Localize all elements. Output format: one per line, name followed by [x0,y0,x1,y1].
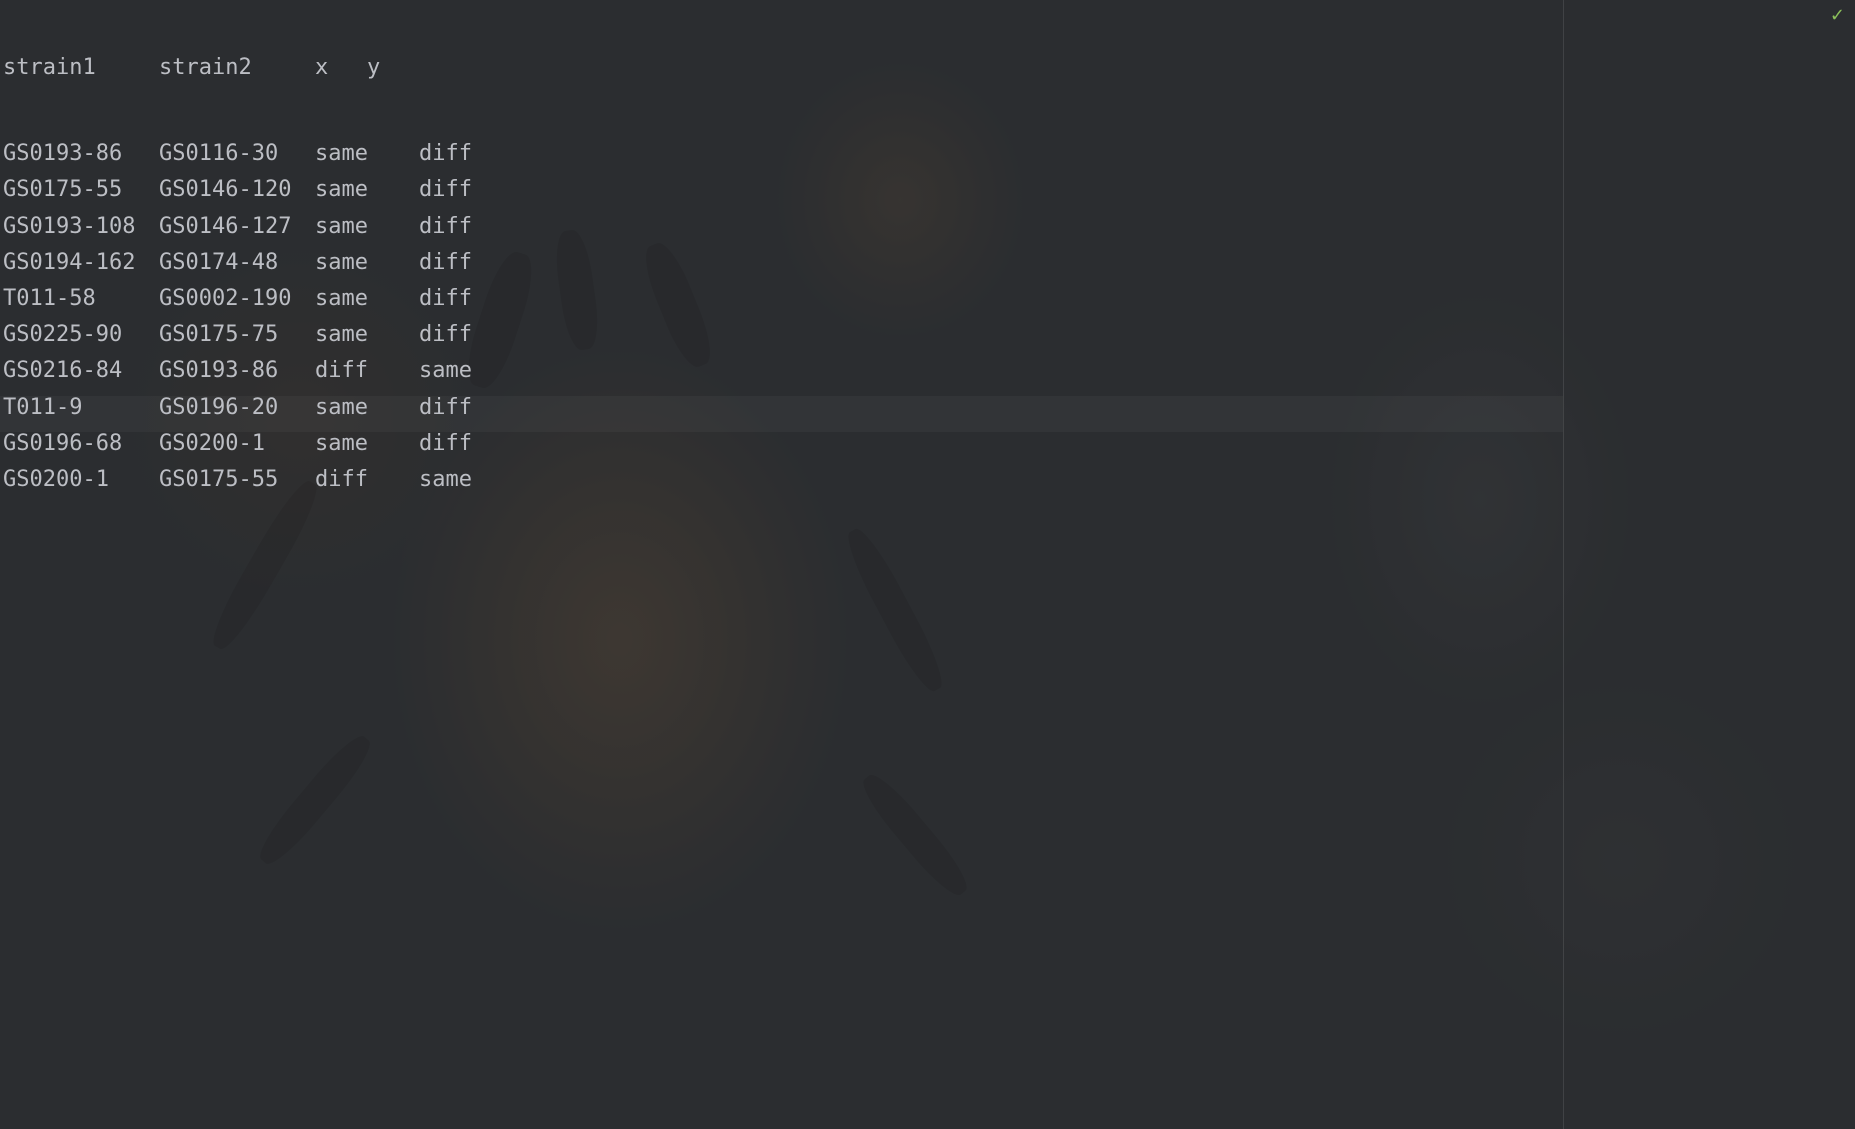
cell-y: diff [419,285,472,311]
data-rows: GS0193-86 GS0116-30 same diff GS0175-55 GS014… [3,136,575,498]
cell-y: diff [419,430,472,456]
cell-strain2: GS0116-30 [159,141,279,167]
table-row: T011-58 GS0002-190 same diff [3,281,575,317]
header-x: x [315,55,329,80]
table-row: GS0196-68 GS0200-1 same diff [3,426,575,462]
cell-x: same [315,394,368,420]
cell-strain2: GS0146-120 [159,177,292,203]
header-y: y [367,55,381,80]
cell-strain2: GS0146-127 [159,213,292,239]
cell-y: diff [419,141,472,167]
editor-area[interactable]: ✓ strain1 strain2 x y GS0193-86 GS0116-30 sam… [0,0,1855,1129]
code-content[interactable]: strain1 strain2 x y GS0193-86 GS0116-30 same d… [3,0,575,548]
cell-x: same [315,249,368,275]
cell-strain2: GS0200-1 [159,430,265,456]
cell-strain1: GS0225-90 [3,322,123,348]
cell-x: same [315,285,368,311]
cell-strain1: GS0200-1 [3,466,109,492]
cell-strain2: GS0193-86 [159,358,279,384]
cell-strain1: GS0216-84 [3,358,123,384]
cell-x: same [315,322,368,348]
table-row: GS0193-108 GS0146-127 same diff [3,209,575,245]
header-strain1: strain1 [3,55,96,80]
cell-strain1: GS0196-68 [3,430,123,456]
cell-strain2: GS0174-48 [159,249,279,275]
cell-strain1: GS0175-55 [3,177,123,203]
table-row: GS0193-86 GS0116-30 same diff [3,136,575,172]
cell-strain2: GS0002-190 [159,285,292,311]
table-row: GS0175-55 GS0146-120 same diff [3,172,575,208]
cell-y: diff [419,249,472,275]
cell-x: same [315,177,368,203]
cell-x: same [315,430,368,456]
cell-strain1: GS0193-86 [3,141,123,167]
table-row: GS0216-84 GS0193-86 diff same [3,353,575,389]
cell-strain1: GS0193-108 [3,213,136,239]
cell-y: diff [419,213,472,239]
header-strain2: strain2 [159,55,252,80]
cell-strain1: GS0194-162 [3,249,136,275]
cell-strain1: T011-9 [3,394,83,420]
table-row: T011-9 GS0196-20 same diff [3,390,575,426]
cell-strain2: GS0175-75 [159,322,279,348]
right-margin-guide [1563,0,1564,1129]
table-row: GS0225-90 GS0175-75 same diff [3,317,575,353]
cell-y: same [419,358,472,384]
cell-y: diff [419,394,472,420]
header-line: strain1 strain2 x y [3,50,575,86]
check-icon[interactable]: ✓ [1830,4,1845,28]
cell-y: diff [419,177,472,203]
cell-x: diff [315,466,368,492]
cell-strain2: GS0196-20 [159,394,279,420]
cell-x: same [315,141,368,167]
cell-strain1: T011-58 [3,285,96,311]
table-row: GS0200-1 GS0175-55 diff same [3,462,575,498]
table-row: GS0194-162 GS0174-48 same diff [3,245,575,281]
cell-y: same [419,466,472,492]
cell-x: diff [315,358,368,384]
cell-strain2: GS0175-55 [159,466,279,492]
cell-x: same [315,213,368,239]
cell-y: diff [419,322,472,348]
